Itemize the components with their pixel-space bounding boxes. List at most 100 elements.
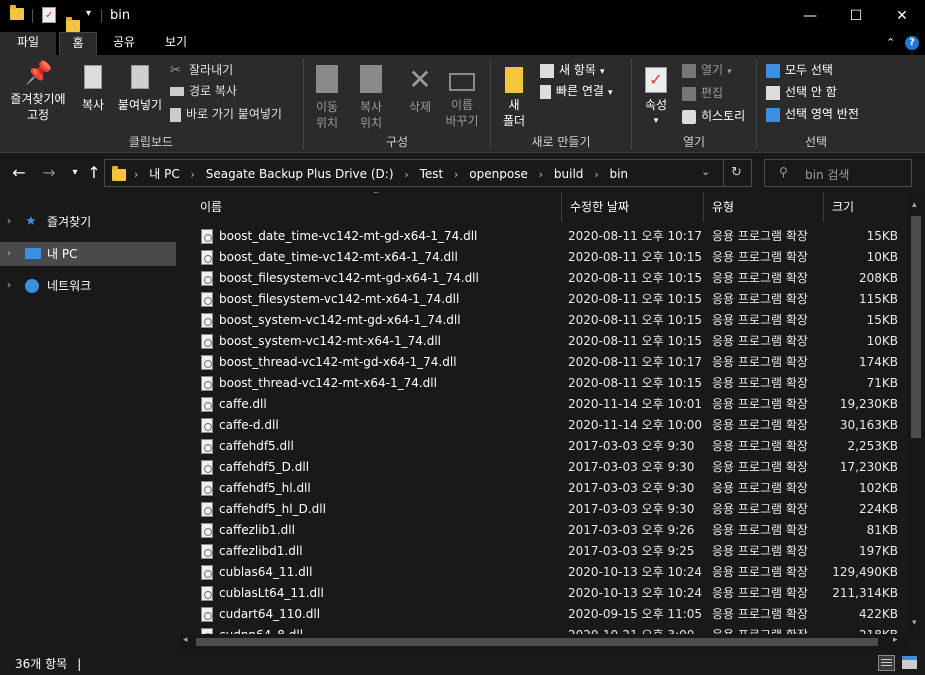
table-row[interactable]: boost_system-vc142-mt-x64-1_74.dll 2020-0… <box>196 331 906 352</box>
address-bar[interactable]: › 내 PC › Seagate Backup Plus Drive (D:) … <box>104 159 752 187</box>
search-box[interactable]: ⚲ bin 검색 <box>764 159 912 187</box>
table-row[interactable]: cublasLt64_11.dll 2020-10-13 오후 10:24 응용 프… <box>196 583 906 604</box>
file-date: 2020-08-11 오후 10:15 <box>568 271 703 285</box>
copy-path-button[interactable]: 경로 복사 <box>170 81 237 101</box>
copy-to-label-line2: 위치 <box>359 116 383 130</box>
table-row[interactable]: caffezlib1.dll 2017-03-03 오후 9:26 응용 프로그램 … <box>196 520 906 541</box>
column-header-size[interactable]: 크기 <box>824 192 906 222</box>
column-header-type[interactable]: 유형 <box>704 192 824 222</box>
breadcrumb-item[interactable]: Test <box>420 167 444 181</box>
new-folder-quick-icon[interactable] <box>66 17 80 32</box>
column-header-name[interactable]: 이름 <box>192 192 562 222</box>
table-row[interactable]: caffehdf5_hl.dll 2017-03-03 오후 9:30 응용 프로그… <box>196 478 906 499</box>
vertical-scroll-thumb[interactable] <box>911 216 921 438</box>
close-button[interactable]: ✕ <box>879 0 925 32</box>
table-row[interactable]: cublas64_11.dll 2020-10-13 오후 10:24 응용 프로그… <box>196 562 906 583</box>
table-row[interactable]: boost_filesystem-vc142-mt-x64-1_74.dll 20… <box>196 289 906 310</box>
table-row[interactable]: boost_date_time-vc142-mt-gd-x64-1_74.dll… <box>196 226 906 247</box>
file-type: 응용 프로그램 확장 <box>712 355 808 369</box>
nav-item-quick-access[interactable]: › ★ 즐겨찾기 <box>0 210 176 234</box>
horizontal-scroll-thumb[interactable] <box>196 638 878 646</box>
expand-chevron-icon[interactable]: › <box>7 242 11 266</box>
tab-file[interactable]: 파일 <box>0 32 56 55</box>
paste-button[interactable]: 붙여넣기 <box>114 61 166 113</box>
edit-button[interactable]: 편집 <box>682 83 723 103</box>
tab-home[interactable]: 홈 <box>59 32 97 55</box>
address-dropdown-icon[interactable]: ⌄ <box>701 165 710 178</box>
up-arrow-icon[interactable]: ↑ <box>83 162 105 184</box>
breadcrumb-item[interactable]: Seagate Backup Plus Drive (D:) <box>206 167 394 181</box>
breadcrumb-item[interactable]: openpose <box>469 167 528 181</box>
move-to-button[interactable]: 이동 위치 <box>308 61 346 131</box>
large-icons-view-icon[interactable] <box>902 656 917 669</box>
file-type: 응용 프로그램 확장 <box>712 418 808 432</box>
expand-chevron-icon[interactable]: › <box>7 210 11 234</box>
table-row[interactable]: caffe.dll 2020-11-14 오후 10:01 응용 프로그램 확장 19… <box>196 394 906 415</box>
scroll-left-arrow-icon[interactable]: ◂ <box>183 635 188 645</box>
table-row[interactable]: boost_date_time-vc142-mt-x64-1_74.dll 202… <box>196 247 906 268</box>
minimize-button[interactable]: — <box>787 0 833 32</box>
help-icon[interactable]: ? <box>905 36 919 50</box>
invert-selection-button[interactable]: 선택 영역 반전 <box>766 104 859 124</box>
table-row[interactable]: caffezlibd1.dll 2017-03-03 오후 9:25 응용 프로그램… <box>196 541 906 562</box>
history-button[interactable]: 히스토리 <box>682 106 745 126</box>
file-type: 응용 프로그램 확장 <box>712 334 808 348</box>
rename-icon <box>449 73 475 91</box>
divider <box>723 160 724 186</box>
new-item-button[interactable]: 새 항목 ▾ <box>540 60 604 80</box>
cut-button[interactable]: ✂ 잘라내기 <box>170 60 233 80</box>
move-to-icon <box>316 65 338 93</box>
easy-access-button[interactable]: 빠른 연결 ▾ <box>540 81 613 101</box>
table-row[interactable]: boost_filesystem-vc142-mt-gd-x64-1_74.dl… <box>196 268 906 289</box>
details-view-icon[interactable] <box>878 655 895 671</box>
dropdown-arrow-icon: ▾ <box>653 116 659 126</box>
nav-item-network[interactable]: › 네트워크 <box>0 274 176 298</box>
breadcrumb-item[interactable]: bin <box>609 167 628 181</box>
select-all-button[interactable]: 모두 선택 <box>766 60 833 80</box>
refresh-icon[interactable]: ↻ <box>731 165 742 180</box>
table-row[interactable]: cudart64_110.dll 2020-09-15 오후 11:05 응용 프로… <box>196 604 906 625</box>
table-row[interactable]: boost_thread-vc142-mt-x64-1_74.dll 2020-0… <box>196 373 906 394</box>
expand-chevron-icon[interactable]: › <box>7 274 11 298</box>
delete-button[interactable]: ✕ 삭제 <box>400 61 440 115</box>
copy-to-button[interactable]: 복사 위치 <box>352 61 390 131</box>
select-none-button[interactable]: 선택 안 함 <box>766 82 837 102</box>
open-button[interactable]: 열기 ▾ <box>682 60 732 80</box>
collapse-ribbon-icon[interactable]: ⌃ <box>886 36 895 49</box>
history-icon <box>682 109 696 124</box>
table-row[interactable]: caffe-d.dll 2020-11-14 오후 10:00 응용 프로그램 확장… <box>196 415 906 436</box>
quick-access-dropdown-icon[interactable]: ▾ <box>86 8 91 19</box>
scroll-right-arrow-icon[interactable]: ▸ <box>893 635 898 645</box>
column-header-date[interactable]: 수정한 날짜 <box>562 192 704 222</box>
nav-item-label: 내 PC <box>47 247 78 261</box>
pin-to-quick-access-button[interactable]: 📌 즐겨찾기에 고정 <box>6 61 70 123</box>
horizontal-scrollbar[interactable]: ◂ ▸ <box>180 634 907 650</box>
rename-button[interactable]: 이름 바꾸기 <box>442 61 482 129</box>
tab-view[interactable]: 보기 <box>155 32 197 55</box>
paste-shortcut-button[interactable]: 바로 가기 붙여넣기 <box>170 104 282 124</box>
table-row[interactable]: caffehdf5_D.dll 2017-03-03 오후 9:30 응용 프로그램… <box>196 457 906 478</box>
properties-quick-icon[interactable]: ✓ <box>42 7 56 23</box>
tab-share[interactable]: 공유 <box>103 32 145 55</box>
table-row[interactable]: boost_thread-vc142-mt-gd-x64-1_74.dll 202… <box>196 352 906 373</box>
forward-arrow-icon[interactable]: → <box>38 162 60 184</box>
new-folder-button[interactable]: 새 폴더 <box>496 61 532 129</box>
table-row[interactable]: boost_system-vc142-mt-gd-x64-1_74.dll 202… <box>196 310 906 331</box>
properties-button[interactable]: ✓ 속성 ▾ <box>637 61 675 129</box>
file-size: 15KB <box>866 313 898 327</box>
file-name: cublasLt64_11.dll <box>219 586 324 600</box>
breadcrumb-item[interactable]: 내 PC <box>149 167 179 181</box>
nav-item-this-pc[interactable]: › 내 PC <box>0 242 176 266</box>
maximize-button[interactable]: ☐ <box>833 0 879 32</box>
back-arrow-icon[interactable]: ← <box>8 162 30 184</box>
dll-file-icon <box>201 397 213 412</box>
vertical-scrollbar[interactable]: ▴ ▾ <box>907 192 925 634</box>
table-row[interactable]: caffehdf5_hl_D.dll 2017-03-03 오후 9:30 응용 프… <box>196 499 906 520</box>
scroll-up-arrow-icon[interactable]: ▴ <box>912 200 917 210</box>
file-date: 2017-03-03 오후 9:30 <box>568 439 695 453</box>
table-row[interactable]: caffehdf5.dll 2017-03-03 오후 9:30 응용 프로그램 확… <box>196 436 906 457</box>
copy-button[interactable]: 복사 <box>76 61 110 113</box>
file-type: 응용 프로그램 확장 <box>712 229 808 243</box>
scroll-down-arrow-icon[interactable]: ▾ <box>912 618 917 628</box>
breadcrumb-item[interactable]: build <box>554 167 584 181</box>
